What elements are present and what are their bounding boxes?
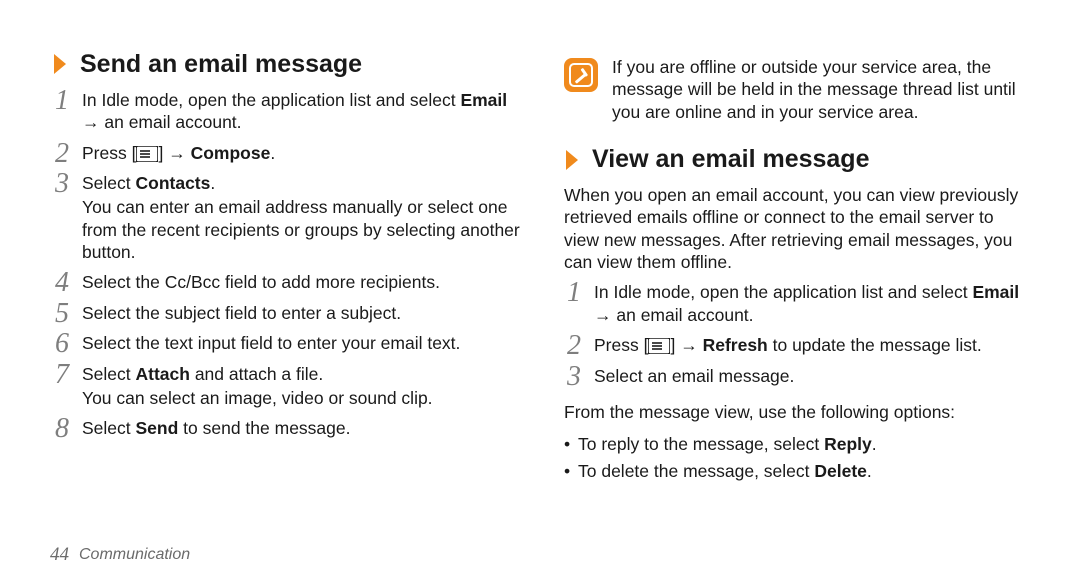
page-footer: 44 Communication bbox=[50, 544, 190, 566]
heading-send-email: Send an email message bbox=[52, 50, 520, 79]
step-text: Press [] → Compose. bbox=[82, 142, 520, 164]
steps-view-email: 1In Idle mode, open the application list… bbox=[560, 281, 1032, 395]
menu-icon bbox=[136, 146, 158, 162]
heading-view-email: View an email message bbox=[564, 145, 1032, 174]
note-icon bbox=[564, 58, 598, 92]
footer-section-name: Communication bbox=[79, 546, 190, 564]
step-text: In Idle mode, open the application list … bbox=[82, 89, 520, 134]
step-number: 1 bbox=[48, 83, 76, 119]
options-lead: From the message view, use the following… bbox=[564, 401, 1032, 423]
step-text: Select Send to send the message. bbox=[82, 417, 520, 439]
view-intro: When you open an email account, you can … bbox=[564, 184, 1032, 274]
step-item: 6Select the text input field to enter yo… bbox=[48, 332, 520, 362]
step-item: 2Press [] → Compose. bbox=[48, 142, 520, 172]
menu-icon bbox=[648, 338, 670, 354]
step-item: 2Press [] → Refresh to update the messag… bbox=[560, 334, 1032, 364]
step-item: 1In Idle mode, open the application list… bbox=[560, 281, 1032, 334]
step-text: Select the Cc/Bcc field to add more reci… bbox=[82, 271, 520, 293]
step-text: Press [] → Refresh to update the message… bbox=[594, 334, 1032, 356]
options-list: To reply to the message, select Reply.To… bbox=[560, 431, 1032, 484]
list-item: To reply to the message, select Reply. bbox=[564, 431, 1032, 457]
step-text: Select the text input field to enter you… bbox=[82, 332, 520, 354]
step-number: 1 bbox=[560, 275, 588, 311]
step-text: Select Contacts. bbox=[82, 172, 520, 194]
right-column: If you are offline or outside your servi… bbox=[560, 50, 1032, 484]
step-item: 1In Idle mode, open the application list… bbox=[48, 89, 520, 142]
step-number: 3 bbox=[48, 166, 76, 202]
step-text: In Idle mode, open the application list … bbox=[594, 281, 1032, 326]
chevron-right-icon bbox=[52, 52, 70, 76]
step-item: 5Select the subject field to enter a sub… bbox=[48, 302, 520, 332]
step-number: 3 bbox=[560, 359, 588, 395]
step-extra-text: You can enter an email address manually … bbox=[82, 196, 520, 263]
page-body: Send an email message 1In Idle mode, ope… bbox=[0, 0, 1080, 484]
step-number: 8 bbox=[48, 411, 76, 447]
page-number: 44 bbox=[50, 544, 69, 566]
step-item: 3Select an email message. bbox=[560, 365, 1032, 395]
note-text: If you are offline or outside your servi… bbox=[612, 56, 1032, 123]
heading-send-email-text: Send an email message bbox=[80, 50, 362, 79]
left-column: Send an email message 1In Idle mode, ope… bbox=[48, 50, 520, 484]
step-number: 7 bbox=[48, 357, 76, 393]
step-item: 3Select Contacts.You can enter an email … bbox=[48, 172, 520, 272]
step-text: Select Attach and attach a file. bbox=[82, 363, 520, 385]
step-item: 4Select the Cc/Bcc field to add more rec… bbox=[48, 271, 520, 301]
steps-send-email: 1In Idle mode, open the application list… bbox=[48, 89, 520, 448]
step-item: 7Select Attach and attach a file.You can… bbox=[48, 363, 520, 418]
step-extra-text: You can select an image, video or sound … bbox=[82, 387, 520, 409]
heading-view-email-text: View an email message bbox=[592, 145, 869, 174]
step-text: Select the subject field to enter a subj… bbox=[82, 302, 520, 324]
list-item: To delete the message, select Delete. bbox=[564, 458, 1032, 484]
chevron-right-icon bbox=[564, 148, 582, 172]
step-text: Select an email message. bbox=[594, 365, 1032, 387]
note-offline: If you are offline or outside your servi… bbox=[564, 56, 1032, 123]
step-item: 8Select Send to send the message. bbox=[48, 417, 520, 447]
